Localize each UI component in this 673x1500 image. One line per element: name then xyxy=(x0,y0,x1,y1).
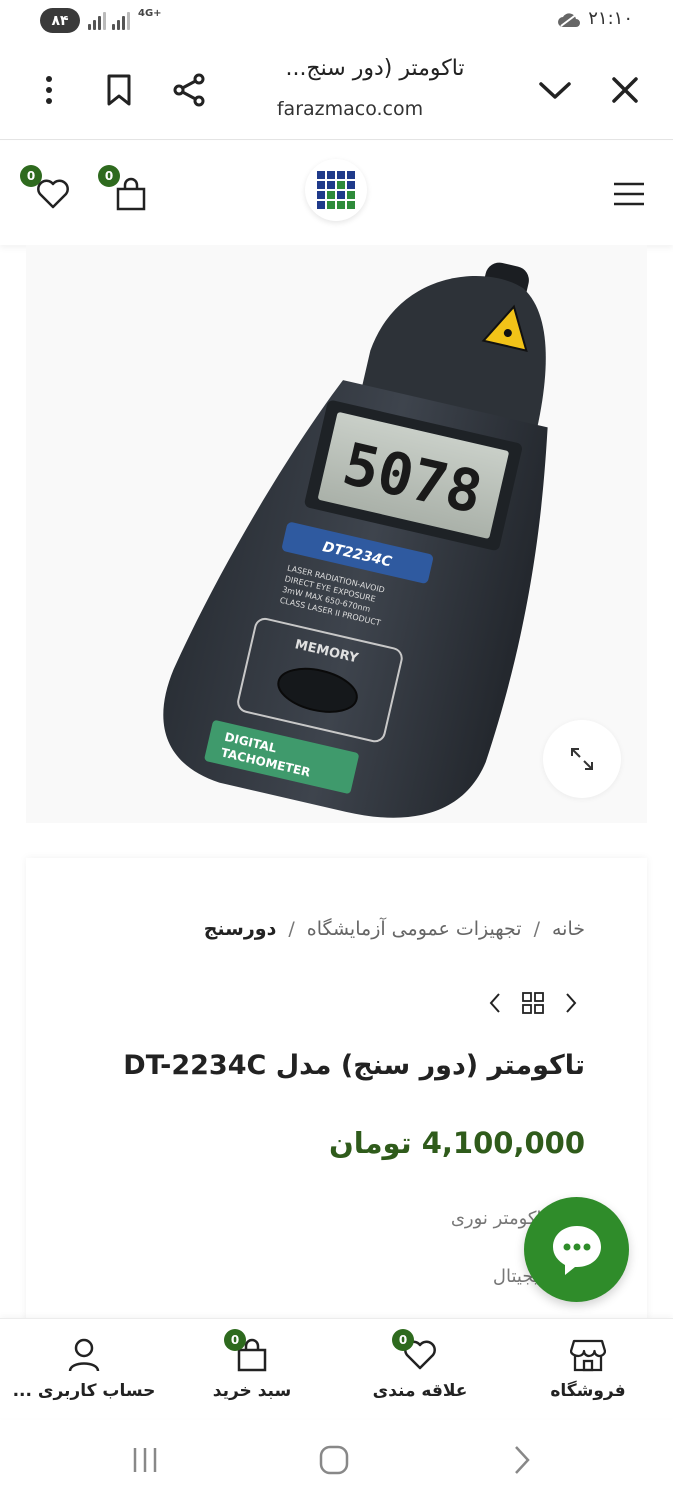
breadcrumb-home[interactable]: خانه xyxy=(552,918,585,940)
battery-indicator: ۸۴ xyxy=(40,8,80,33)
breadcrumb-category[interactable]: تجهیزات عمومی آزمایشگاه xyxy=(307,918,522,940)
chevron-right-icon xyxy=(515,1446,530,1474)
page-url[interactable]: farazmaco.com xyxy=(240,98,460,120)
recent-apps-button[interactable] xyxy=(120,1438,170,1482)
status-bar: ۸۴ 4G+ ۲۱:۱۰ xyxy=(0,0,673,40)
product-title: تاکومتر (دور سنج) مدل DT-2234C xyxy=(123,1050,585,1081)
shopping-bag-icon: 0 xyxy=(224,1329,272,1375)
product-price: 4,100,000 تومان xyxy=(328,1126,585,1160)
product-navigation xyxy=(488,988,578,1018)
nav-account[interactable]: حساب کاربری ... xyxy=(0,1319,168,1419)
chevron-down-icon[interactable] xyxy=(530,65,580,115)
chevron-right-icon[interactable] xyxy=(564,992,578,1014)
logo-grid-icon xyxy=(317,171,355,209)
nav-cart-label: سبد خرید xyxy=(212,1381,292,1401)
bottom-navigation: حساب کاربری ... 0 سبد خرید 0 علاقه مندی … xyxy=(0,1318,673,1418)
back-button[interactable] xyxy=(497,1438,547,1482)
page-title[interactable]: تاکومتر (دور سنج... xyxy=(240,56,510,81)
shopping-bag-icon xyxy=(116,177,146,211)
hamburger-icon xyxy=(614,182,644,206)
store-icon xyxy=(568,1335,608,1375)
cart-header-button[interactable]: 0 xyxy=(98,165,156,219)
wishlist-count-badge: 0 xyxy=(20,165,42,187)
nav-wishlist-badge: 0 xyxy=(392,1329,414,1351)
system-navigation xyxy=(0,1420,673,1500)
heart-icon xyxy=(37,179,69,209)
nav-cart[interactable]: 0 سبد خرید xyxy=(168,1319,336,1419)
chevron-left-icon[interactable] xyxy=(488,992,502,1014)
nav-wishlist[interactable]: 0 علاقه مندی xyxy=(336,1319,504,1419)
product-summary: خانه / تجهیزات عمومی آزمایشگاه / دورسنج تاکو… xyxy=(26,858,647,1378)
signal-icon-2 xyxy=(112,12,130,30)
home-button[interactable] xyxy=(309,1438,359,1482)
signal-icon xyxy=(88,12,106,30)
bookmark-icon[interactable] xyxy=(94,65,144,115)
menu-button[interactable] xyxy=(604,169,654,219)
clock: ۲۱:۱۰ xyxy=(588,8,633,29)
wishlist-header-button[interactable]: 0 xyxy=(20,165,78,219)
breadcrumb-separator: / xyxy=(533,918,540,940)
cloud-icon xyxy=(558,13,580,27)
share-icon[interactable] xyxy=(164,65,214,115)
network-type: 4G+ xyxy=(138,8,162,19)
home-icon xyxy=(319,1445,349,1475)
nav-shop-label: فروشگاه xyxy=(550,1381,626,1401)
user-icon xyxy=(64,1335,104,1375)
expand-icon xyxy=(571,748,593,770)
expand-image-button[interactable] xyxy=(543,720,621,798)
breadcrumb-current: دورسنج xyxy=(203,918,277,940)
more-vertical-icon[interactable] xyxy=(24,65,74,115)
browser-bar: تاکومتر (دور سنج... farazmaco.com xyxy=(0,40,673,140)
chat-icon xyxy=(552,1225,601,1275)
cart-count-badge: 0 xyxy=(98,165,120,187)
nav-cart-badge: 0 xyxy=(224,1329,246,1351)
breadcrumb: خانه / تجهیزات عمومی آزمایشگاه / دورسنج xyxy=(204,918,585,940)
heart-icon: 0 xyxy=(392,1329,440,1375)
chat-button[interactable] xyxy=(524,1197,629,1302)
close-icon[interactable] xyxy=(600,65,650,115)
nav-account-label: حساب کاربری ... xyxy=(12,1381,156,1401)
nav-shop[interactable]: فروشگاه xyxy=(504,1319,672,1419)
nav-wishlist-label: علاقه مندی xyxy=(372,1381,468,1401)
site-header: 0 0 xyxy=(0,141,673,245)
recent-apps-icon xyxy=(133,1448,157,1472)
site-logo[interactable] xyxy=(305,159,367,221)
grid-icon[interactable] xyxy=(522,992,544,1014)
breadcrumb-separator: / xyxy=(288,918,295,940)
